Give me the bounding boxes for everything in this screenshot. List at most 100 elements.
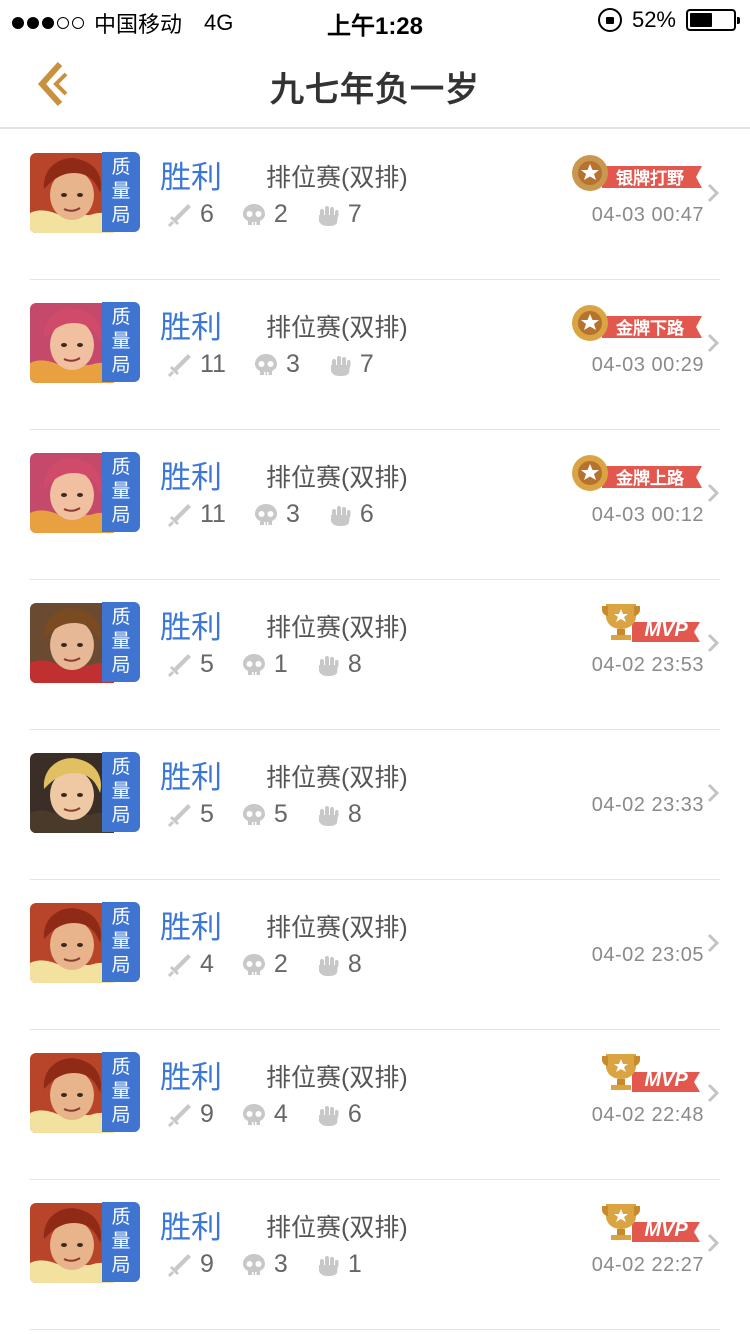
quality-tag-char: 局 (111, 805, 131, 826)
quality-tag-char: 质 (111, 1207, 131, 1228)
match-row[interactable]: 质量局 胜利 排位赛(双排) 11 3 (0, 430, 750, 580)
assists-value: 8 (347, 650, 362, 678)
quality-tag-char: 局 (111, 655, 131, 676)
quality-tag-char: 局 (111, 355, 131, 376)
mvp-trophy-icon: MVP (602, 604, 700, 642)
rotation-lock-icon (597, 8, 622, 32)
match-mode: 排位赛(双排) (266, 464, 408, 492)
svg-text:银牌打野: 银牌打野 (616, 168, 684, 189)
status-right: 52% (597, 7, 740, 33)
quality-tag-char: 量 (111, 481, 131, 502)
quality-tag: 质量局 (102, 1202, 140, 1282)
match-time: 04-02 22:27 (591, 1254, 704, 1276)
kills-stat: 11 (166, 500, 226, 529)
quality-tag-char: 局 (111, 205, 131, 226)
assists-stat: 8 (314, 650, 362, 679)
chevron-right-icon (707, 783, 720, 803)
kills-value: 5 (200, 650, 214, 678)
assists-stat: 8 (314, 950, 362, 979)
fist-icon (318, 205, 339, 226)
match-mode: 排位赛(双排) (266, 764, 408, 792)
fist-icon (318, 1105, 339, 1126)
match-list: 质量局 胜利 排位赛(双排) 6 2 7 银牌打野 04-03 00:47 质 … (0, 130, 750, 1330)
match-row[interactable]: 质量局 胜利 排位赛(双排) 9 4 6 MVP 04-02 22:48 (0, 1030, 750, 1180)
mvp-trophy-icon: MVP (602, 1204, 700, 1242)
deaths-value: 3 (273, 1250, 288, 1278)
deaths-stat: 3 (252, 350, 300, 379)
quality-tag-char: 质 (111, 457, 131, 478)
kills-stat: 4 (166, 950, 214, 979)
kills-value: 11 (200, 500, 226, 528)
kills-value: 5 (200, 800, 214, 828)
match-result: 胜利 (160, 610, 222, 645)
quality-tag-char: 量 (111, 1231, 131, 1252)
medal-icon: 银牌打野 (572, 155, 702, 191)
kills-value: 9 (200, 1250, 214, 1278)
sword-icon (167, 1253, 191, 1277)
assists-value: 8 (347, 800, 362, 828)
match-time: 04-02 22:48 (591, 1104, 704, 1126)
sword-icon (167, 203, 191, 227)
quality-tag: 质量局 (102, 902, 140, 982)
performance-badge: MVP (602, 1202, 702, 1242)
deaths-value: 3 (285, 500, 300, 528)
match-time: 04-03 00:29 (591, 354, 704, 376)
skull-icon (242, 653, 265, 675)
quality-tag: 质量局 (102, 302, 140, 382)
assists-value: 6 (347, 1100, 362, 1128)
quality-tag-char: 质 (111, 307, 131, 328)
kills-stat: 9 (166, 1100, 214, 1129)
performance-badge: MVP (602, 602, 702, 642)
deaths-value: 4 (273, 1100, 288, 1128)
match-result: 胜利 (160, 310, 222, 345)
status-bar: 中国移动 4G 上午1:28 52% (0, 0, 750, 40)
kills-stat: 11 (166, 350, 226, 379)
quality-tag-char: 量 (111, 181, 131, 202)
match-row[interactable]: 质量局 胜利 排位赛(双排) 5 5 8 04-02 23:33 (0, 730, 750, 880)
kills-value: 11 (200, 350, 226, 378)
deaths-stat: 2 (240, 950, 288, 979)
assists-value: 7 (359, 350, 374, 378)
assists-value: 8 (347, 950, 362, 978)
fist-icon (318, 655, 339, 676)
match-row[interactable]: 质量局 胜利 排位赛(双排) 11 3 (0, 280, 750, 430)
deaths-value: 5 (273, 800, 288, 828)
match-row[interactable]: 质量局 胜利 排位赛(双排) 5 1 8 MVP 04-02 23:53 (0, 580, 750, 730)
match-mode: 排位赛(双排) (266, 614, 408, 642)
match-row[interactable]: 质量局 胜利 排位赛(双排) 6 2 7 银牌打野 04-03 00:47 (0, 130, 750, 280)
svg-text:MVP: MVP (644, 619, 688, 641)
deaths-stat: 4 (240, 1100, 288, 1129)
skull-icon (254, 503, 277, 525)
kills-stat: 5 (166, 650, 214, 679)
chevron-right-icon (707, 483, 720, 503)
match-row[interactable]: 质量局 胜利 排位赛(双排) 9 3 1 MVP 04-02 22:27 (0, 1180, 750, 1330)
kda-stats: 11 3 7 (166, 350, 400, 379)
fist-icon (318, 1255, 339, 1276)
quality-tag-char: 量 (111, 1081, 131, 1102)
match-time: 04-02 23:33 (591, 794, 704, 816)
deaths-value: 1 (273, 650, 288, 678)
match-time: 04-03 00:12 (591, 504, 704, 526)
kda-stats: 9 4 6 (166, 1100, 388, 1129)
kda-stats: 9 3 1 (166, 1250, 388, 1279)
performance-badge: 金牌下路 (568, 302, 704, 342)
skull-icon (242, 803, 265, 825)
match-result: 胜利 (160, 760, 222, 795)
battery-icon (686, 9, 740, 31)
quality-tag: 质量局 (102, 752, 140, 832)
match-row[interactable]: 质量局 胜利 排位赛(双排) 4 2 8 04-02 23:05 (0, 880, 750, 1030)
svg-text:金牌上路: 金牌上路 (615, 468, 685, 489)
quality-tag-char: 质 (111, 1057, 131, 1078)
assists-stat: 7 (314, 200, 362, 229)
kills-value: 9 (200, 1100, 214, 1128)
quality-tag-char: 局 (111, 955, 131, 976)
skull-icon (242, 203, 265, 225)
sword-icon (167, 803, 191, 827)
deaths-value: 2 (273, 950, 288, 978)
quality-tag-char: 局 (111, 1105, 131, 1126)
deaths-stat: 1 (240, 650, 288, 679)
sword-icon (167, 653, 191, 677)
skull-icon (242, 953, 265, 975)
match-mode: 排位赛(双排) (266, 314, 408, 342)
kda-stats: 5 1 8 (166, 650, 388, 679)
